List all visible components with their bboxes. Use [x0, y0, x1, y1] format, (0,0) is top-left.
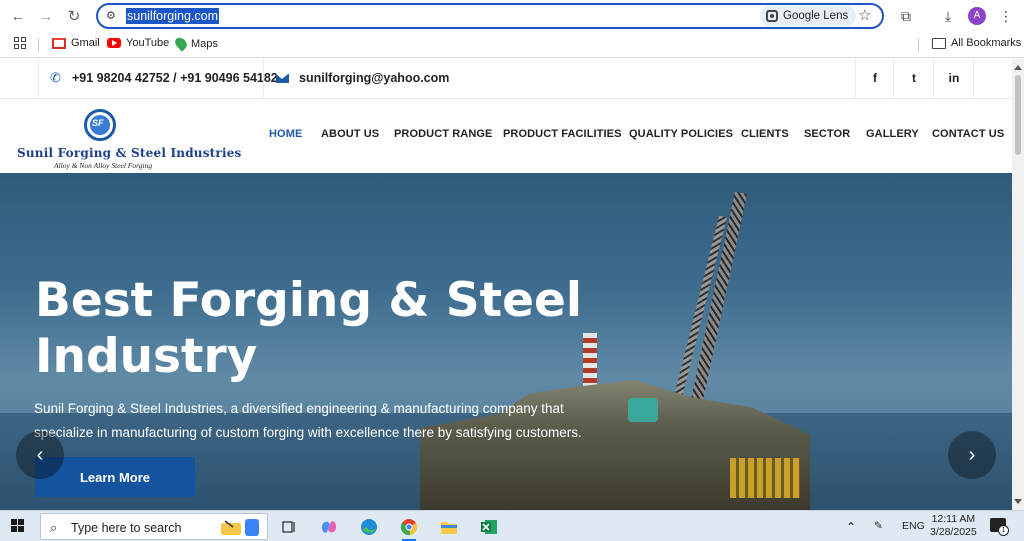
excel-icon[interactable]	[476, 514, 502, 539]
extensions-icon[interactable]: ⧉	[896, 6, 916, 26]
facebook-icon[interactable]: f	[868, 71, 882, 85]
forward-arrow-icon[interactable]: →	[36, 6, 56, 26]
clock-date: 3/28/2025	[930, 526, 977, 538]
google-lens-label: Google Lens	[783, 10, 849, 22]
linkedin-icon[interactable]: in	[947, 71, 961, 85]
gmail-icon	[52, 37, 66, 49]
web-page: ✆ +91 98204 42752 / +91 90496 54182 suni…	[0, 59, 1012, 510]
reload-icon[interactable]: ↻	[64, 6, 84, 26]
page-scrollbar[interactable]	[1012, 59, 1024, 510]
all-bookmarks-button[interactable]: All Bookmarks	[932, 37, 1021, 49]
taskbar-search[interactable]: ⌕ Type here to search	[40, 513, 268, 540]
phone-icon: ✆	[50, 70, 61, 85]
youtube-icon	[107, 38, 121, 48]
divider	[973, 59, 974, 99]
google-lens-button[interactable]: Google Lens	[760, 6, 857, 26]
phone-contact[interactable]: ✆ +91 98204 42752 / +91 90496 54182	[50, 71, 278, 85]
notification-count-badge: 1	[998, 525, 1009, 536]
oil-rig-crane	[730, 458, 800, 498]
divider	[38, 59, 39, 99]
menu-kebab-icon[interactable]: ⋮	[996, 6, 1016, 26]
divider	[918, 38, 919, 52]
nav-clients[interactable]: CLIENTS	[741, 128, 789, 140]
nav-home[interactable]: HOME	[269, 128, 302, 140]
oil-rig-tank	[628, 398, 658, 422]
twitter-icon[interactable]: t	[907, 71, 921, 85]
bookmarks-bar: Gmail YouTube Maps All Bookmarks	[0, 32, 1024, 58]
scroll-up-icon[interactable]	[1014, 65, 1022, 70]
maps-icon	[172, 35, 190, 52]
divider	[893, 59, 894, 99]
email-contact[interactable]: sunilforging@yahoo.com	[276, 71, 449, 85]
divider	[263, 59, 264, 99]
nav-product-facilities[interactable]: PRODUCT FACILITIES	[503, 128, 622, 140]
scroll-down-icon[interactable]	[1014, 499, 1022, 504]
lens-icon	[766, 10, 778, 22]
nav-product-range[interactable]: PRODUCT RANGE	[394, 128, 492, 140]
copilot-icon[interactable]	[316, 514, 342, 539]
download-icon[interactable]: ⤓	[938, 6, 958, 26]
logo-mark-text: SF	[92, 118, 104, 128]
slider-next-icon[interactable]: ›	[948, 431, 996, 479]
all-bookmarks-label: All Bookmarks	[951, 37, 1022, 49]
search-placeholder: Type here to search	[71, 521, 182, 535]
search-icon: ⌕	[50, 520, 58, 535]
nav-sector[interactable]: SECTOR	[804, 128, 850, 140]
windows-taskbar: ⌕ Type here to search ⌃ ✎ ENG 12:11 AM 3…	[0, 510, 1024, 541]
email-address: sunilforging@yahoo.com	[299, 71, 450, 85]
clock-time: 12:11 AM	[931, 513, 976, 525]
edge-browser-icon[interactable]	[356, 514, 382, 539]
folder-icon	[932, 37, 946, 49]
browser-toolbar: ← → ↻ ⚙ sunilforging.com Google Lens ☆ ⧉…	[0, 0, 1024, 32]
divider	[933, 59, 934, 99]
hero-title: Best Forging & Steel Industry	[35, 273, 582, 384]
site-info-icon[interactable]: ⚙	[106, 9, 120, 23]
windows-start-icon[interactable]	[11, 519, 24, 532]
logo-title[interactable]: Sunil Forging & Steel Industries	[17, 146, 242, 160]
scroll-thumb[interactable]	[1015, 75, 1021, 155]
nav-gallery[interactable]: GALLERY	[866, 128, 919, 140]
bookmark-label: YouTube	[126, 37, 170, 49]
task-view-icon[interactable]	[276, 514, 302, 539]
back-arrow-icon[interactable]: ←	[8, 6, 28, 26]
phone-number: +91 98204 42752 / +91 90496 54182	[72, 71, 278, 85]
url-text[interactable]: sunilforging.com	[126, 8, 220, 24]
chrome-browser-icon[interactable]	[396, 514, 422, 541]
bookmark-label: Maps	[191, 37, 218, 50]
clock[interactable]: 12:11 AM 3/28/2025	[930, 513, 977, 539]
apps-icon[interactable]	[14, 37, 26, 49]
bookmark-star-icon[interactable]: ☆	[858, 6, 871, 24]
language-indicator[interactable]: ENG	[902, 520, 925, 532]
divider	[38, 38, 39, 52]
slider-prev-icon[interactable]: ‹	[16, 431, 64, 479]
bookmark-maps[interactable]: Maps	[172, 35, 218, 52]
bookmark-youtube[interactable]: YouTube	[107, 37, 169, 49]
show-hidden-icons-chevron-up-icon[interactable]: ⌃	[846, 520, 856, 534]
hero-slider: Best Forging & Steel Industry Sunil Forg…	[0, 173, 1012, 510]
mail-icon	[276, 73, 289, 83]
bookmark-gmail[interactable]: Gmail	[52, 37, 100, 49]
search-highlight-illustration-icon	[221, 519, 259, 536]
profile-avatar[interactable]: A	[968, 7, 986, 25]
nav-contact-us[interactable]: CONTACT US	[932, 128, 1004, 140]
address-bar[interactable]: ⚙ sunilforging.com Google Lens ☆	[96, 3, 884, 29]
nav-about-us[interactable]: ABOUT US	[321, 128, 379, 140]
divider	[855, 59, 856, 99]
pen-workspace-icon[interactable]: ✎	[874, 520, 883, 532]
nav-quality-policies[interactable]: QUALITY POLICIES	[629, 128, 733, 140]
site-header: SF Sunil Forging & Steel Industries Allo…	[0, 99, 1012, 173]
file-explorer-icon[interactable]	[436, 514, 462, 539]
bookmark-label: Gmail	[71, 37, 100, 49]
hero-description: Sunil Forging & Steel Industries, a dive…	[34, 401, 582, 440]
logo-subtitle: Alloy & Non Alloy Steel Forging	[54, 161, 153, 170]
site-topbar: ✆ +91 98204 42752 / +91 90496 54182 suni…	[0, 59, 1012, 99]
